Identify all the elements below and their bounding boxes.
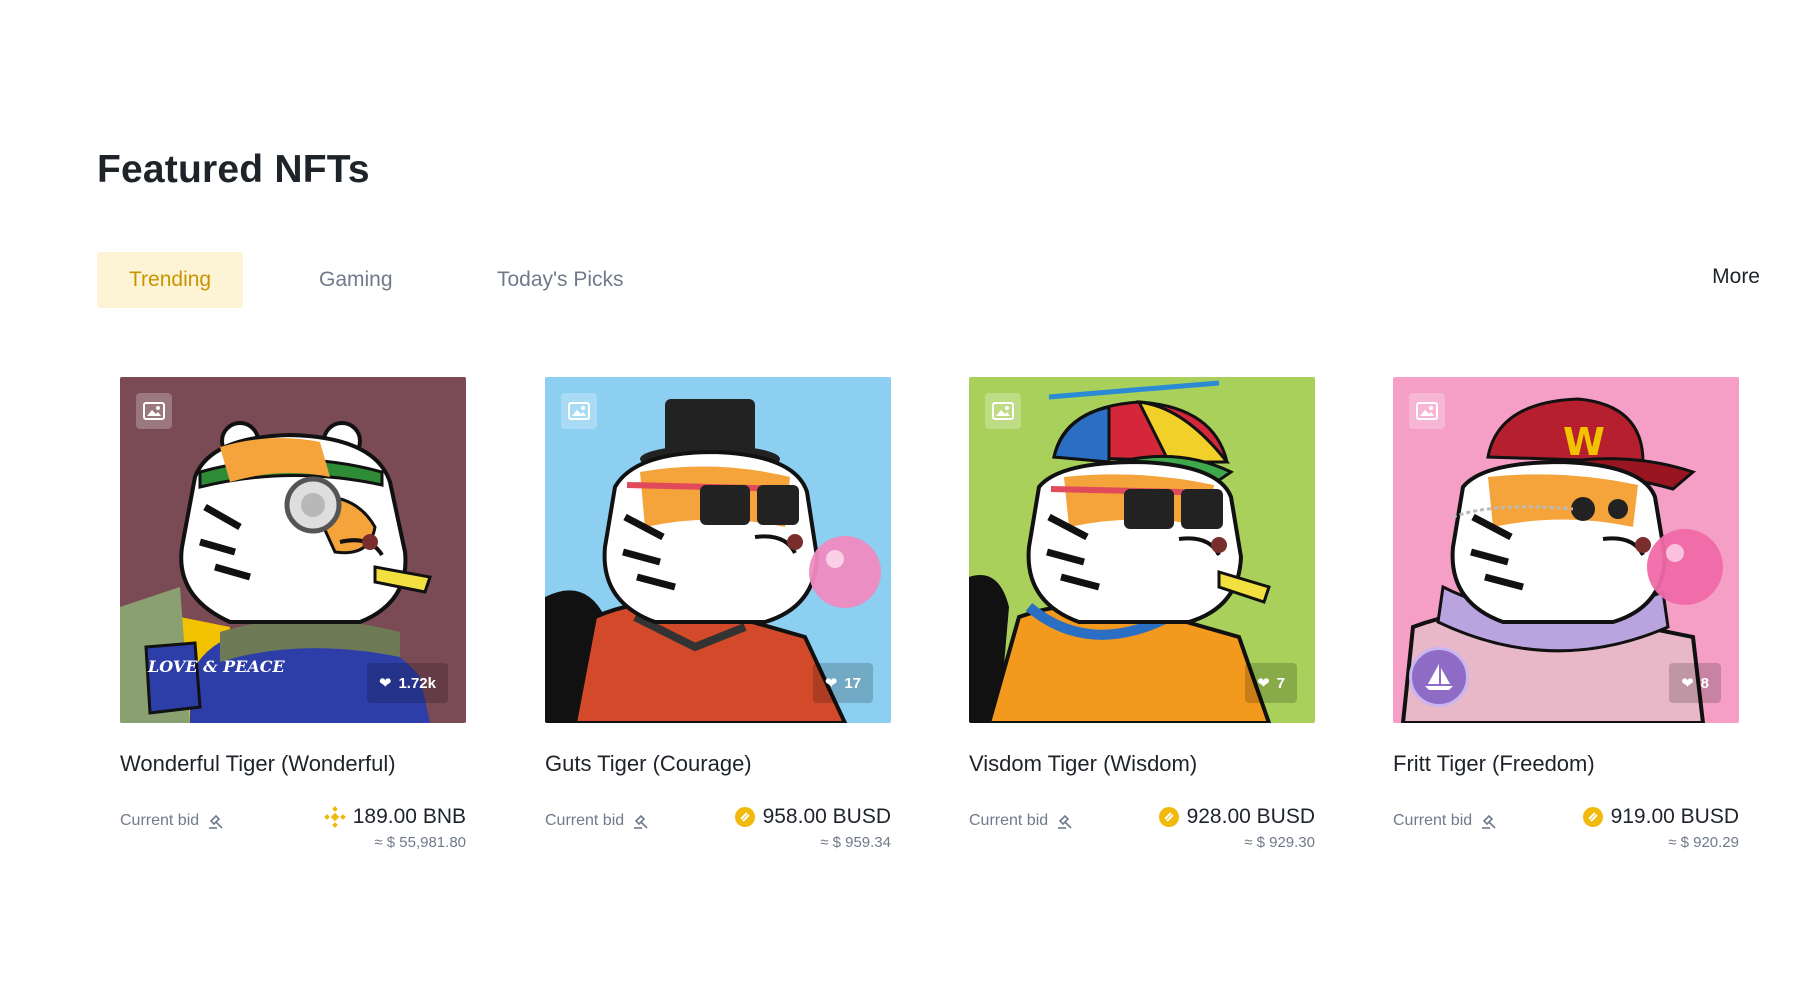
heart-icon: ❤ [378, 675, 392, 692]
busd-icon [734, 807, 755, 827]
heart-icon: ❤ [1257, 675, 1270, 692]
nft-title[interactable]: Fritt Tiger (Freedom) [1393, 751, 1739, 777]
tab-trending[interactable]: Trending [97, 252, 244, 308]
current-bid-label: Current bid [969, 805, 1074, 830]
nft-title[interactable]: Guts Tiger (Courage) [545, 751, 891, 777]
likes-count: 8 [1700, 674, 1709, 692]
page-title: Featured NFTs [97, 148, 370, 191]
current-bid-label: Current bid [1393, 805, 1498, 830]
current-bid-label: Current bid [120, 805, 225, 830]
image-type-icon [1409, 393, 1445, 429]
nft-title[interactable]: Wonderful Tiger (Wonderful) [120, 751, 466, 777]
nft-title[interactable]: Visdom Tiger (Wisdom) [969, 751, 1315, 777]
image-type-icon [561, 393, 597, 429]
heart-icon: ❤ [1681, 675, 1694, 692]
tab-todays-picks[interactable]: Today's Picks [497, 252, 624, 308]
nft-image[interactable]: ❤ 17 [545, 377, 891, 723]
tab-gaming[interactable]: Gaming [319, 252, 393, 308]
heart-icon: ❤ [824, 675, 838, 692]
current-bid-label: Current bid [545, 805, 650, 830]
bid-price: 928.00 BUSD [1158, 805, 1315, 829]
auction-icon [1482, 814, 1496, 829]
category-tabs: Trending Gaming Today's Picks [97, 252, 624, 308]
auction-icon [1058, 814, 1072, 829]
nft-image[interactable]: W ❤ 8 [1393, 377, 1739, 723]
bid-price: 189.00 BNB [323, 805, 466, 829]
likes-count: 17 [844, 674, 861, 692]
bnb-icon [323, 806, 346, 828]
likes-count: 1.72k [398, 674, 436, 692]
usd-equivalent: ≈ $ 929.30 [1244, 834, 1315, 851]
usd-equivalent: ≈ $ 959.34 [820, 834, 891, 851]
likes-badge[interactable]: ❤ 1.72k [366, 663, 448, 703]
auction-icon [209, 814, 223, 829]
bid-price: 958.00 BUSD [734, 805, 891, 829]
busd-icon [1158, 807, 1179, 827]
nft-card[interactable]: ❤ 17 Guts Tiger (Courage) Current bid 95… [545, 377, 891, 851]
likes-count: 7 [1276, 674, 1285, 692]
busd-icon [1582, 807, 1603, 827]
more-link[interactable]: More [1712, 265, 1760, 289]
auction-icon [634, 814, 648, 829]
svg-text:LOVE & PEACE: LOVE & PEACE [147, 657, 285, 676]
image-type-icon [985, 393, 1021, 429]
svg-text:W: W [1563, 420, 1605, 464]
image-type-icon [136, 393, 172, 429]
nft-card[interactable]: W ❤ 8 Fritt Tiger (Freedom) Current bid [1393, 377, 1739, 851]
likes-badge[interactable]: ❤ 8 [1669, 663, 1721, 703]
bid-price: 919.00 BUSD [1582, 805, 1739, 829]
ship-logo-icon [1409, 647, 1469, 707]
nft-card[interactable]: ❤ 7 Visdom Tiger (Wisdom) Current bid 92… [969, 377, 1315, 851]
nft-card[interactable]: LOVE & PEACE ❤ 1.72k Wonderful Tiger (Wo… [120, 377, 466, 851]
nft-image[interactable]: LOVE & PEACE ❤ 1.72k [120, 377, 466, 723]
usd-equivalent: ≈ $ 920.29 [1668, 834, 1739, 851]
likes-badge[interactable]: ❤ 17 [812, 663, 873, 703]
usd-equivalent: ≈ $ 55,981.80 [374, 834, 466, 851]
nft-image[interactable]: ❤ 7 [969, 377, 1315, 723]
likes-badge[interactable]: ❤ 7 [1245, 663, 1297, 703]
